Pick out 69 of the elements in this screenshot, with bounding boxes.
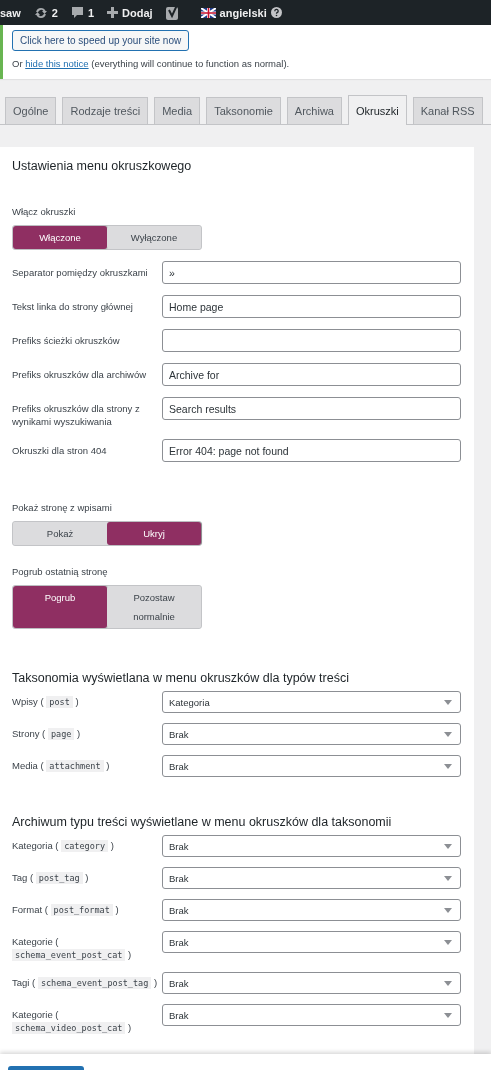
select-dropdown[interactable]: Brak [162, 755, 461, 777]
select-dropdown[interactable]: Kategoria [162, 691, 461, 713]
section-heading: Archiwum typu treści wyświetlane w menu okruszków dla taksonomii [12, 815, 393, 829]
field-label: Tekst linka do strony głównej [12, 300, 134, 313]
text-field[interactable]: Home page [162, 295, 461, 318]
field-label: Prefiks okruszków dla strony z wynikami wyszukiwania [12, 402, 141, 428]
refresh-icon[interactable] [33, 5, 48, 20]
language-menu[interactable]: angielski [219, 6, 267, 19]
settings-tab[interactable]: Kanał RSS [412, 97, 483, 124]
settings-tab[interactable]: Okruszki [348, 95, 407, 125]
updates-count[interactable]: 2 [51, 6, 58, 19]
caret-icon [444, 980, 452, 986]
field-label: Separator pomiędzy okruszkami [12, 266, 149, 279]
field-label: Prefiks ścieżki okruszków [12, 334, 121, 347]
settings-tab[interactable]: Taksonomie [206, 97, 281, 124]
toggle-option[interactable]: Włączone [13, 226, 107, 249]
select-dropdown[interactable]: Brak [162, 1004, 461, 1026]
field-label: Kategoria ( category ) [12, 839, 115, 853]
caret-icon [444, 763, 452, 769]
field-label: Włącz okruszki [12, 206, 77, 217]
select-dropdown[interactable]: Brak [162, 723, 461, 745]
select-dropdown[interactable]: Brak [162, 931, 461, 953]
new-menu[interactable]: Dodaj [122, 6, 153, 19]
notice-text: Or hide this notice (everything will continue to function as normal). [12, 58, 291, 69]
toggle-option[interactable]: Pogrub [13, 586, 107, 628]
site-name[interactable]: saw [0, 6, 21, 19]
toggle-option[interactable]: Ukryj [107, 522, 201, 545]
field-label: Wpisy ( post ) [12, 695, 80, 709]
plugin-logo-icon[interactable] [165, 4, 180, 21]
field-label: Pogrub ostatnią stronę [12, 566, 109, 577]
comments-count[interactable]: 1 [87, 6, 95, 19]
flag-icon[interactable] [200, 7, 216, 18]
text-field[interactable] [162, 329, 461, 352]
field-label: Tag ( post_tag ) [12, 871, 90, 885]
field-label: Okruszki dla stron 404 [12, 444, 108, 457]
text-field[interactable]: Search results [162, 397, 461, 420]
select-dropdown[interactable]: Brak [162, 899, 461, 921]
section-heading: Taksonomia wyświetlana w menu okruszków dla typów treści [12, 671, 350, 685]
plus-icon[interactable] [107, 7, 119, 18]
field-label: Prefiks okruszków dla archiwów [12, 368, 148, 381]
caret-icon [444, 699, 452, 705]
settings-tab[interactable]: Rodzaje treści [62, 97, 149, 124]
field-label: Tagi ( schema_event_post_tag ) [12, 976, 159, 990]
field-label: Kategorie ( schema_video_post_cat ) [12, 1008, 133, 1035]
caret-icon [444, 907, 452, 913]
speed-up-button[interactable]: Click here to speed up your site now [12, 30, 190, 51]
field-label: Media ( attachment ) [12, 759, 111, 773]
caret-icon [444, 939, 452, 945]
select-dropdown[interactable]: Brak [162, 835, 461, 857]
field-label: Format ( post_format ) [12, 903, 120, 917]
settings-tab[interactable]: Archiwa [286, 97, 342, 124]
settings-tab[interactable]: Media [154, 97, 201, 124]
text-field[interactable]: » [162, 261, 461, 284]
field-label: Strony ( page ) [12, 727, 82, 741]
field-label: Pokaż stronę z wpisami [12, 502, 113, 513]
caret-icon [444, 1012, 452, 1018]
comment-icon[interactable] [70, 6, 84, 19]
caret-icon [444, 731, 452, 737]
text-field[interactable]: Archive for [162, 363, 461, 386]
caret-icon [444, 875, 452, 881]
settings-tab[interactable]: Ogólne [5, 97, 57, 124]
select-dropdown[interactable]: Brak [162, 972, 461, 994]
caret-icon [444, 843, 452, 849]
text-field[interactable]: Error 404: page not found [162, 439, 461, 462]
select-dropdown[interactable]: Brak [162, 867, 461, 889]
help-icon[interactable] [270, 7, 282, 18]
section-heading: Ustawienia menu okruszkowego [12, 159, 193, 173]
hide-notice-link[interactable]: hide this notice [25, 58, 89, 69]
field-label: Kategorie ( schema_event_post_cat ) [12, 935, 133, 962]
